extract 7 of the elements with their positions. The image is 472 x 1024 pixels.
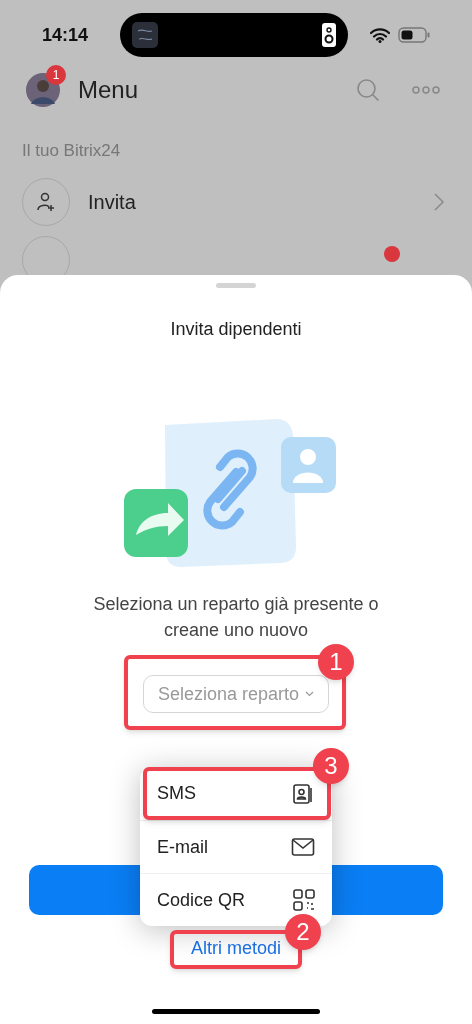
instruction-text: Seleziona un reparto già presente o creane uno nuovo xyxy=(92,593,380,642)
sheet-title: Invita dipendenti xyxy=(170,318,302,341)
status-time: 14:14 xyxy=(42,23,89,47)
page-title: Menu xyxy=(78,75,139,105)
menu-label: Invita xyxy=(88,189,136,215)
notification-badge: 1 xyxy=(46,65,66,85)
section-heading: Il tuo Bitrix24 xyxy=(22,141,121,160)
